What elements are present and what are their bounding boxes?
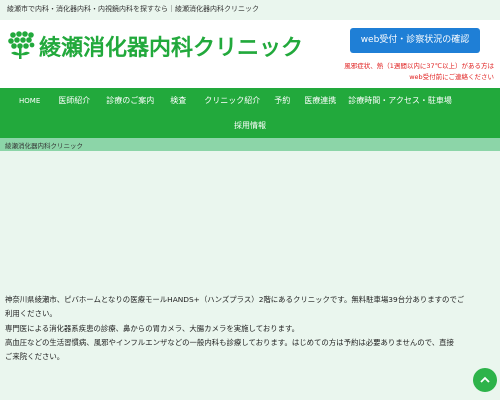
nav-item-medical-cooperation[interactable]: 医療連携 (304, 95, 336, 106)
site-tagline: 綾瀬市で内科・消化器内科・内視鏡内科を探すなら｜綾瀬消化器内科クリニック (7, 5, 259, 13)
nav-row-1: HOME 医師紹介 診療のご案内 検査 クリニック紹介 予約 医療連携 診療時間… (0, 88, 500, 113)
web-reception-button[interactable]: web受付・診察状況の確認 (350, 28, 480, 53)
chevron-up-icon (480, 376, 490, 383)
breadcrumb[interactable]: 綾瀬消化器内科クリニック (5, 140, 83, 150)
intro-line: 利用ください。 (5, 309, 57, 319)
top-info-bar: 綾瀬市で内科・消化器内科・内視鏡内科を探すなら｜綾瀬消化器内科クリニック (0, 0, 500, 21)
nav-item-recruit[interactable]: 採用情報 (234, 120, 266, 131)
scroll-to-top-button[interactable] (473, 368, 497, 392)
nav-item-services[interactable]: 診療のご案内 (106, 95, 154, 106)
fever-notice-line2: web受付前にご連絡ください (409, 73, 494, 81)
clinic-name: 綾瀬消化器内科クリニック (39, 36, 304, 61)
nav-item-clinic[interactable]: クリニック紹介 (204, 95, 260, 106)
nav-item-reservation[interactable]: 予約 (274, 95, 290, 106)
nav-item-hours-access[interactable]: 診療時間・アクセス・駐車場 (348, 95, 452, 106)
intro-line: 専門医による消化器系疾患の診療、鼻からの胃カメラ、大腸カメラを実施しております。 (5, 323, 300, 333)
intro-line: 神奈川県綾瀬市、ピバホームとなりの医療モールHANDS+（ハンズプラス）2階にあ… (5, 295, 465, 304)
site-header: 綾瀬消化器内科クリニック web受付・診察状況の確認 風邪症状、熱（1週間以内に… (0, 20, 500, 88)
nav-item-doctor[interactable]: 医師紹介 (58, 95, 90, 106)
nav-item-home[interactable]: HOME (19, 97, 40, 105)
clover-cluster-icon (8, 31, 35, 59)
breadcrumb-bar: 綾瀬消化器内科クリニック (0, 138, 500, 151)
clinic-intro: 神奈川県綾瀬市、ピバホームとなりの医療モールHANDS+（ハンズプラス）2階にあ… (5, 293, 495, 364)
fever-notice-line1: 風邪症状、熱（1週間以内に37℃以上）がある方は (344, 62, 494, 70)
clinic-logo[interactable]: 綾瀬消化器内科クリニック (5, 28, 335, 61)
intro-line: 高血圧などの生活習慣病、風邪やインフルエンザなどの一般内科も診療しております。は… (5, 337, 454, 347)
main-navigation: HOME 医師紹介 診療のご案内 検査 クリニック紹介 予約 医療連携 診療時間… (0, 88, 500, 138)
nav-item-exams[interactable]: 検査 (170, 95, 186, 106)
nav-row-2: 採用情報 (0, 113, 500, 138)
intro-line: ご来院ください。 (5, 352, 65, 362)
